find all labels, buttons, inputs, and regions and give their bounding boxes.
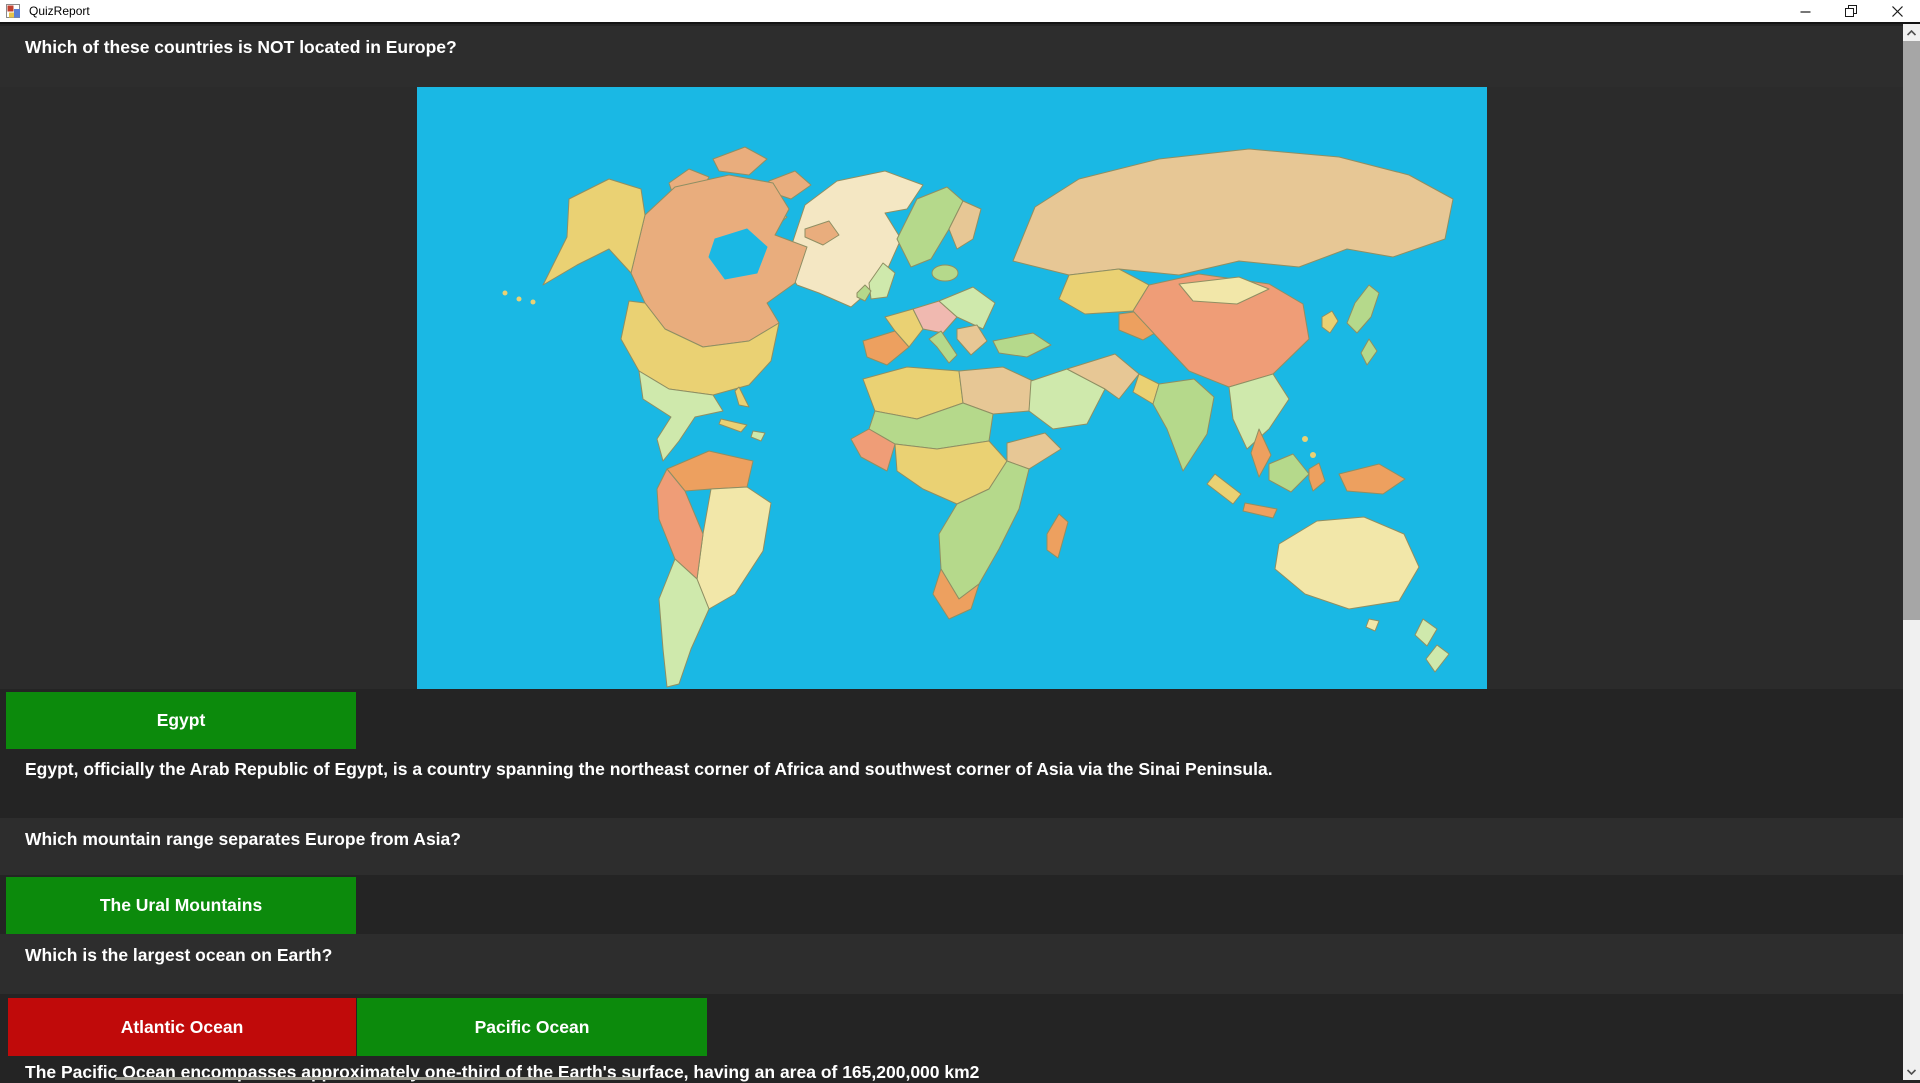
app-icon [6, 4, 21, 19]
answer-button-ural-mountains[interactable]: The Ural Mountains [6, 877, 356, 934]
chevron-down-icon [1907, 1069, 1916, 1075]
vertical-scrollbar[interactable] [1903, 24, 1920, 1080]
close-icon [1892, 6, 1903, 17]
answer-button-atlantic-ocean[interactable]: Atlantic Ocean [8, 998, 356, 1056]
world-map-svg [417, 87, 1487, 689]
question-image-world-map [417, 87, 1487, 689]
scroll-down-button[interactable] [1903, 1063, 1920, 1080]
question-3-text: Which is the largest ocean on Earth? [0, 934, 1903, 994]
restore-icon [1845, 5, 1857, 17]
minimize-icon [1800, 6, 1811, 17]
answer-button-egypt[interactable]: Egypt [6, 692, 356, 749]
window-controls [1782, 0, 1920, 22]
close-button[interactable] [1874, 0, 1920, 22]
scrollbar-thumb[interactable] [1903, 41, 1920, 620]
window-title: QuizReport [29, 0, 90, 23]
question-1-image-row [0, 87, 1903, 689]
question-1-explanation: Egypt, officially the Arab Republic of E… [25, 759, 1273, 780]
chevron-up-icon [1907, 30, 1916, 36]
minimize-button[interactable] [1782, 0, 1828, 22]
question-2-text: Which mountain range separates Europe fr… [0, 818, 1903, 875]
window-titlebar: QuizReport [0, 0, 1920, 24]
scroll-up-button[interactable] [1903, 24, 1920, 41]
restore-button[interactable] [1828, 0, 1874, 22]
question-1-text: Which of these countries is NOT located … [0, 26, 1903, 87]
answer-button-pacific-ocean[interactable]: Pacific Ocean [357, 998, 707, 1056]
